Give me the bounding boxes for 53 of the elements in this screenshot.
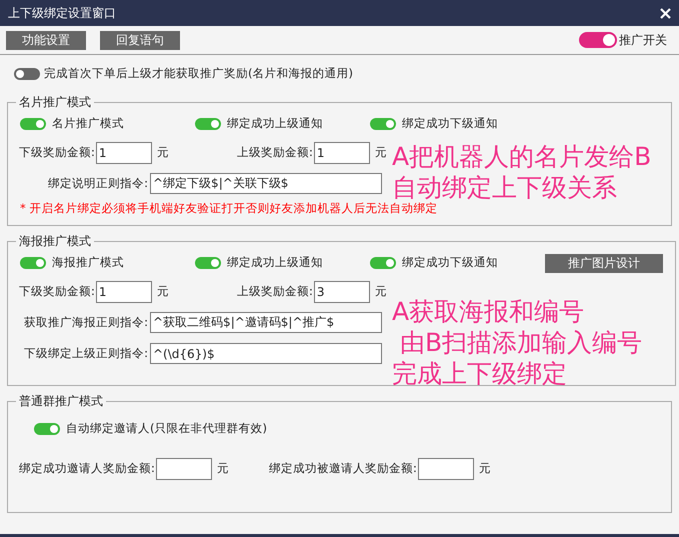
amount-input[interactable]: 1 xyxy=(314,142,370,164)
window-title: 上下级绑定设置窗口 xyxy=(8,5,116,22)
switch-label: 绑定成功下级通知 xyxy=(402,115,498,132)
toggle-switch[interactable] xyxy=(370,118,396,130)
warning-note: * 开启名片绑定必须将手机端好友验证打开否则好友添加机器人后无法自动绑定 xyxy=(19,200,438,217)
amount-input[interactable] xyxy=(418,458,474,480)
switch-label: 绑定成功上级通知 xyxy=(227,254,323,272)
amount-input[interactable]: 3 xyxy=(314,280,370,302)
switch-label: 绑定成功下级通知 xyxy=(402,254,498,272)
unit-label: 元 xyxy=(156,282,169,300)
regex-input[interactable]: ^绑定下级$|^关联下级$ xyxy=(150,173,382,194)
toggle-switch[interactable] xyxy=(370,257,396,269)
switch-label: 名片推广模式 xyxy=(52,115,124,132)
toggle-switch[interactable] xyxy=(579,32,617,48)
unit-label: 元 xyxy=(374,144,387,161)
unit-label: 元 xyxy=(216,460,229,478)
amount-input[interactable] xyxy=(156,458,212,480)
amount-input[interactable]: 1 xyxy=(96,142,152,164)
amount-input[interactable]: 1 xyxy=(96,280,152,302)
annotation-text: A把机器人的名片发给B 自动绑定上下级关系 xyxy=(392,141,652,202)
section-title: 海报推广模式 xyxy=(18,233,92,250)
field-label: 下级奖励金额: xyxy=(19,282,95,300)
switch-label: 推广开关 xyxy=(619,32,667,49)
close-icon[interactable] xyxy=(660,8,671,18)
switch-label: 绑定成功上级通知 xyxy=(227,115,323,132)
switch-label: 自动绑定邀请人(只限在非代理群有效) xyxy=(66,420,267,438)
toggle-switch[interactable] xyxy=(195,118,221,130)
toggle-switch[interactable] xyxy=(34,423,60,435)
field-label: 绑定说明正则指令: xyxy=(47,174,148,192)
field-label: 获取推广海报正则指令: xyxy=(23,314,148,331)
field-label: 上级奖励金额: xyxy=(237,144,313,161)
toggle-switch[interactable] xyxy=(14,68,40,80)
toolbar-button[interactable]: 回复语句 xyxy=(100,30,180,50)
regex-input[interactable]: ^获取二维码$|^邀请码$|^推广$ xyxy=(150,312,382,333)
toolbar-button[interactable]: 功能设置 xyxy=(6,30,86,50)
section-title: 名片推广模式 xyxy=(18,94,92,111)
switch-label: 海报推广模式 xyxy=(52,254,124,272)
toggle-switch[interactable] xyxy=(20,257,46,269)
field-label: 下级绑定上级正则指令: xyxy=(23,344,148,362)
section-title: 普通群推广模式 xyxy=(18,393,104,410)
field-label: 上级奖励金额: xyxy=(237,282,313,300)
field-label: 绑定成功邀请人奖励金额: xyxy=(19,460,155,478)
design-button[interactable]: 推广图片设计 xyxy=(545,254,663,272)
unit-label: 元 xyxy=(156,144,169,161)
switch-label: 完成首次下单后上级才能获取推广奖励(名片和海报的通用) xyxy=(44,65,353,82)
toggle-switch[interactable] xyxy=(20,118,46,130)
annotation-text: A获取海报和编号 由B扫描添加输入编号 完成上下级绑定 xyxy=(392,296,642,389)
toggle-switch[interactable] xyxy=(195,257,221,269)
field-label: 下级奖励金额: xyxy=(19,144,95,161)
unit-label: 元 xyxy=(374,282,387,300)
regex-input[interactable]: ^(\d{6})$ xyxy=(150,343,382,364)
field-label: 绑定成功被邀请人奖励金额: xyxy=(269,460,417,478)
unit-label: 元 xyxy=(478,460,491,478)
